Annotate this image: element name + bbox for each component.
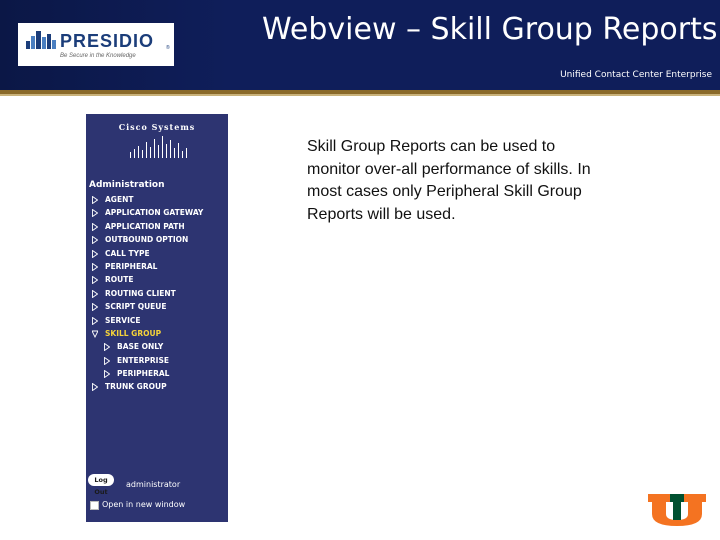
triangle-down-icon — [92, 330, 98, 338]
nav-item-label: OUTBOUND OPTION — [105, 235, 189, 245]
nav-item-application-path[interactable]: APPLICATION PATH — [86, 220, 228, 233]
nav-item-outbound-option[interactable]: OUTBOUND OPTION — [86, 233, 228, 246]
university-u-logo — [648, 494, 706, 526]
nav-item-base-only[interactable]: BASE ONLY — [86, 340, 228, 353]
logout-button[interactable]: Log Out — [88, 474, 114, 496]
nav-item-label: ROUTE — [105, 275, 134, 285]
triangle-right-icon — [92, 196, 98, 204]
triangle-right-icon — [104, 370, 110, 379]
nav-item-route[interactable]: ROUTE — [86, 273, 228, 286]
nav-item-label: TRUNK GROUP — [105, 382, 167, 392]
nav-item-label: SCRIPT QUEUE — [105, 302, 167, 312]
open-new-window-checkbox[interactable] — [90, 501, 99, 510]
nav-item-peripheral[interactable]: PERIPHERAL — [86, 260, 228, 273]
nav-item-enterprise[interactable]: ENTERPRISE — [86, 354, 228, 367]
logo-trademark: ® — [166, 45, 170, 51]
slide-title: Webview – Skill Group Reports — [262, 12, 718, 47]
nav-item-routing-client[interactable]: ROUTING CLIENT — [86, 287, 228, 300]
presidio-logo: PRESIDIO ® Be Secure in the Knowledge — [18, 23, 174, 66]
cisco-bars-icon — [130, 136, 187, 158]
report-nav-list: AGENT APPLICATION GATEWAY APPLICATION PATH… — [86, 193, 228, 394]
triangle-right-icon — [92, 262, 98, 271]
triangle-right-icon — [92, 303, 98, 312]
nav-item-trunk-group[interactable]: TRUNK GROUP — [86, 380, 228, 393]
triangle-right-icon — [104, 356, 110, 365]
triangle-right-icon — [92, 276, 98, 285]
logo-tagline: Be Secure in the Knowledge — [60, 53, 136, 59]
triangle-right-icon — [104, 343, 110, 352]
nav-item-skill-group[interactable]: SKILL GROUP — [86, 327, 228, 340]
nav-item-label: AGENT — [105, 195, 134, 204]
triangle-right-icon — [92, 383, 98, 392]
nav-item-service[interactable]: SERVICE — [86, 314, 228, 327]
nav-item-label: SKILL GROUP — [105, 328, 162, 338]
username-label: administrator — [126, 480, 181, 489]
nav-item-call-type[interactable]: CALL TYPE — [86, 247, 228, 260]
triangle-right-icon — [92, 236, 98, 245]
nav-item-label: PERIPHERAL — [117, 369, 170, 379]
logo-name: PRESIDIO — [60, 31, 155, 51]
webview-nav-panel: Cisco Systems Administration AGENT APPLIC… — [86, 114, 228, 522]
nav-item-label: APPLICATION PATH — [105, 221, 185, 231]
nav-item-peripheral[interactable]: PERIPHERAL — [86, 367, 228, 380]
skyline-icon — [26, 31, 56, 49]
nav-item-label: APPLICATION GATEWAY — [105, 208, 204, 218]
nav-item-label: ROUTING CLIENT — [105, 288, 176, 298]
triangle-right-icon — [92, 289, 98, 298]
triangle-right-icon — [92, 316, 98, 325]
nav-item-application-gateway[interactable]: APPLICATION GATEWAY — [86, 206, 228, 219]
header-banner: PRESIDIO ® Be Secure in the Knowledge We… — [0, 0, 720, 90]
open-new-window-label: Open in new window — [102, 500, 186, 509]
triangle-right-icon — [92, 222, 98, 231]
cisco-logo: Cisco Systems — [86, 114, 228, 170]
nav-item-label: BASE ONLY — [117, 342, 164, 352]
triangle-right-icon — [92, 249, 98, 258]
nav-item-agent[interactable]: AGENT — [86, 193, 228, 206]
nav-item-label: SERVICE — [105, 315, 141, 325]
slide-subtitle: Unified Contact Center Enterprise — [560, 70, 712, 80]
nav-item-script-queue[interactable]: SCRIPT QUEUE — [86, 300, 228, 313]
description-text: Skill Group Reports can be used to monit… — [307, 138, 591, 223]
administration-heading: Administration — [89, 180, 165, 190]
nav-item-label: CALL TYPE — [105, 248, 150, 258]
triangle-right-icon — [92, 209, 98, 218]
nav-item-label: PERIPHERAL — [105, 261, 158, 271]
cisco-brand: Cisco Systems — [118, 122, 196, 132]
nav-item-label: ENTERPRISE — [117, 355, 170, 365]
header-divider-light — [0, 94, 720, 96]
